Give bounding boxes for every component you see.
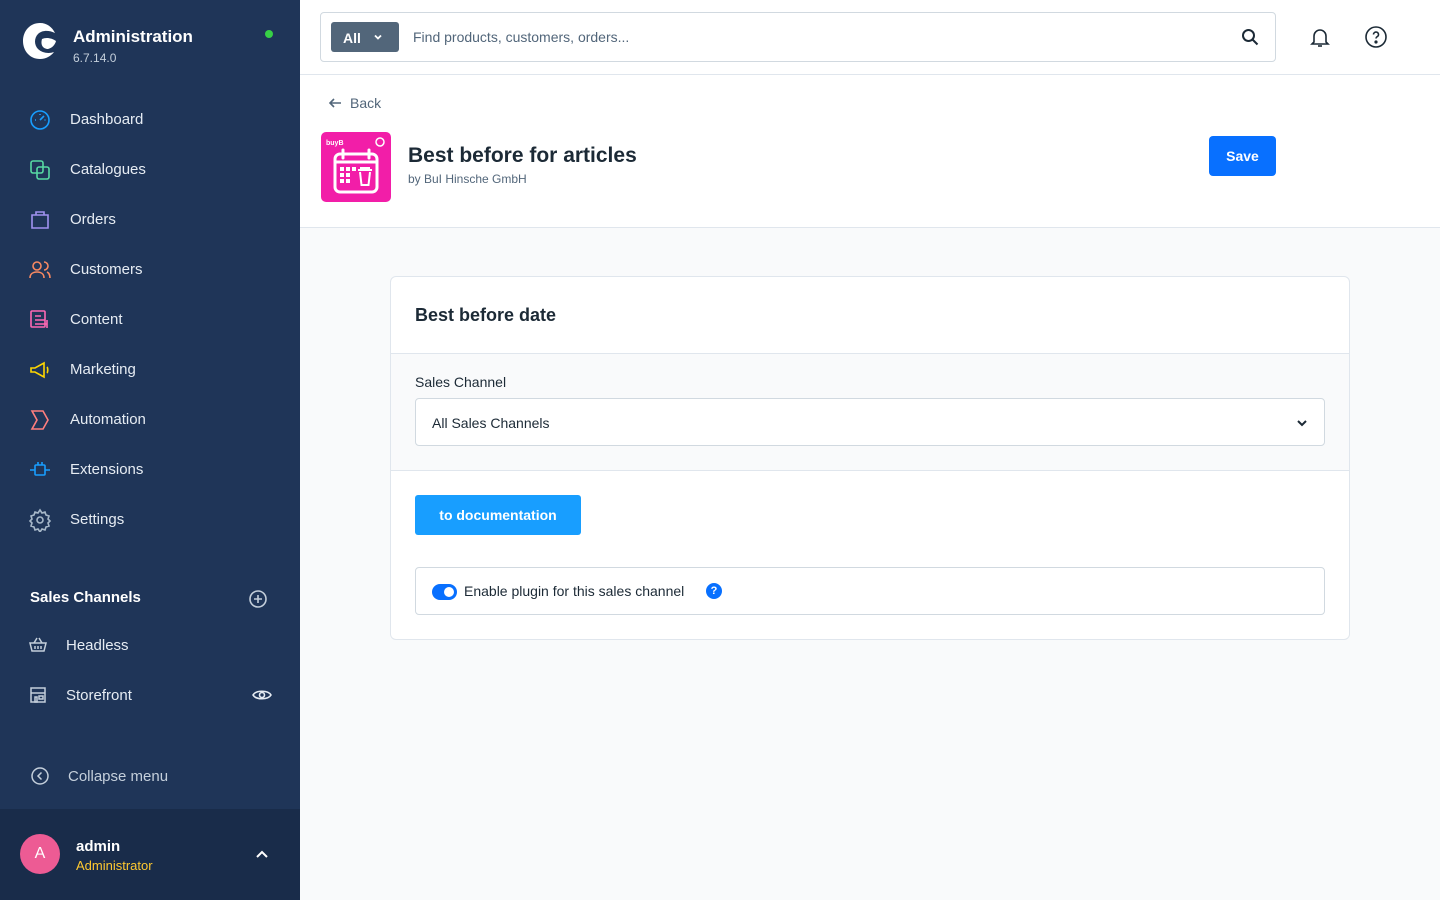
sales-channel-value: All Sales Channels (432, 415, 550, 431)
sales-channel-storefront[interactable]: Storefront (0, 675, 300, 715)
card-header: Best before date (391, 277, 1349, 354)
sales-channel-switch: Sales Channel All Sales Channels (391, 354, 1349, 471)
card-title: Best before date (415, 305, 557, 325)
sidebar-item-label: Marketing (70, 361, 136, 378)
settings-card: Best before date Sales Channel All Sales… (390, 276, 1350, 640)
arrow-left-icon (328, 98, 341, 108)
save-button[interactable]: Save (1209, 136, 1276, 176)
sidebar-item-extensions[interactable]: Extensions (0, 450, 300, 490)
sales-channel-label: Storefront (66, 687, 132, 704)
plugin-logo: buyB (321, 132, 391, 202)
sidebar-item-label: Extensions (70, 461, 144, 478)
chevron-up-icon[interactable] (253, 847, 271, 861)
sidebar-item-orders[interactable]: Orders (0, 200, 300, 240)
search-type-select[interactable]: All (331, 22, 399, 52)
search-type-label: All (343, 30, 361, 46)
megaphone-icon (30, 361, 49, 379)
user-menu[interactable]: A admin Administrator (0, 809, 300, 900)
sidebar-item-customers[interactable]: Customers (0, 250, 300, 290)
avatar: A (20, 834, 60, 874)
sales-channel-select[interactable]: All Sales Channels (415, 398, 1325, 446)
documentation-button[interactable]: to documentation (415, 495, 581, 535)
help-icon[interactable] (1364, 25, 1388, 49)
enable-plugin-field: Enable plugin for this sales channel ? (415, 567, 1325, 615)
sales-channel-label: Headless (66, 637, 129, 654)
sidebar-item-label: Automation (70, 411, 146, 428)
storefront-icon (30, 687, 46, 703)
help-tooltip-icon[interactable]: ? (706, 583, 722, 599)
plugin-logo-brand: buyB (326, 140, 344, 147)
app-title: Administration (73, 27, 193, 46)
status-indicator (265, 30, 273, 38)
sidebar-item-label: Catalogues (70, 161, 146, 178)
sidebar-item-marketing[interactable]: Marketing (0, 350, 300, 390)
basket-icon (29, 637, 47, 652)
users-icon (29, 261, 51, 279)
global-search: All (320, 12, 1276, 62)
gear-icon (28, 508, 52, 532)
eye-icon[interactable] (252, 687, 272, 703)
brand: Administration 6.7.14.0 (0, 0, 300, 80)
products-icon (30, 160, 50, 180)
sidebar-item-dashboard[interactable]: Dashboard (0, 100, 300, 140)
toggle-knob (444, 587, 454, 597)
add-sales-channel-icon[interactable] (248, 589, 268, 609)
sidebar-item-automation[interactable]: Automation (0, 400, 300, 440)
shopping-bag-icon (31, 211, 49, 229)
user-role: Administrator (76, 858, 153, 873)
content-icon (30, 310, 48, 328)
app-version: 6.7.14.0 (73, 51, 117, 65)
flow-icon (30, 410, 49, 430)
back-label: Back (350, 95, 382, 111)
sidebar-item-label: Customers (70, 261, 143, 278)
plug-icon (30, 462, 50, 476)
enable-plugin-label: Enable plugin for this sales channel (464, 583, 685, 599)
sidebar-item-label: Dashboard (70, 111, 144, 128)
calendar-trash-icon: buyB (326, 137, 385, 194)
shopware-logo-icon[interactable] (22, 22, 58, 60)
chevron-down-icon (1297, 420, 1307, 427)
collapse-menu-button[interactable]: Collapse menu (0, 756, 300, 796)
sales-channel-headless[interactable]: Headless (0, 625, 300, 665)
sidebar-item-label: Settings (70, 511, 125, 528)
sales-channels-title: Sales Channels (30, 589, 141, 606)
sidebar-item-catalogues[interactable]: Catalogues (0, 150, 300, 190)
chevron-left-circle-icon (31, 767, 49, 785)
collapse-menu-label: Collapse menu (68, 768, 169, 785)
search-input[interactable] (413, 25, 1213, 49)
enable-plugin-toggle[interactable] (432, 584, 457, 600)
sidebar: Administration 6.7.14.0 Dashboard Catalo… (0, 0, 300, 900)
sales-channel-label: Sales Channel (415, 374, 507, 390)
sidebar-item-content[interactable]: Content (0, 300, 300, 340)
sidebar-item-label: Orders (70, 211, 116, 228)
chevron-down-icon (374, 34, 382, 40)
sidebar-item-settings[interactable]: Settings (0, 500, 300, 540)
plugin-author: by BuI Hinsche GmbH (408, 172, 527, 186)
bell-icon[interactable] (1308, 25, 1332, 49)
page-header: Back buyB Best before for articles by Bu… (300, 75, 1440, 228)
plugin-title: Best before for articles (408, 144, 637, 167)
sidebar-item-label: Content (70, 311, 123, 328)
user-name: admin (76, 838, 121, 855)
search-icon[interactable] (1241, 28, 1259, 46)
gauge-icon (30, 110, 50, 130)
top-bar: All (300, 0, 1440, 75)
